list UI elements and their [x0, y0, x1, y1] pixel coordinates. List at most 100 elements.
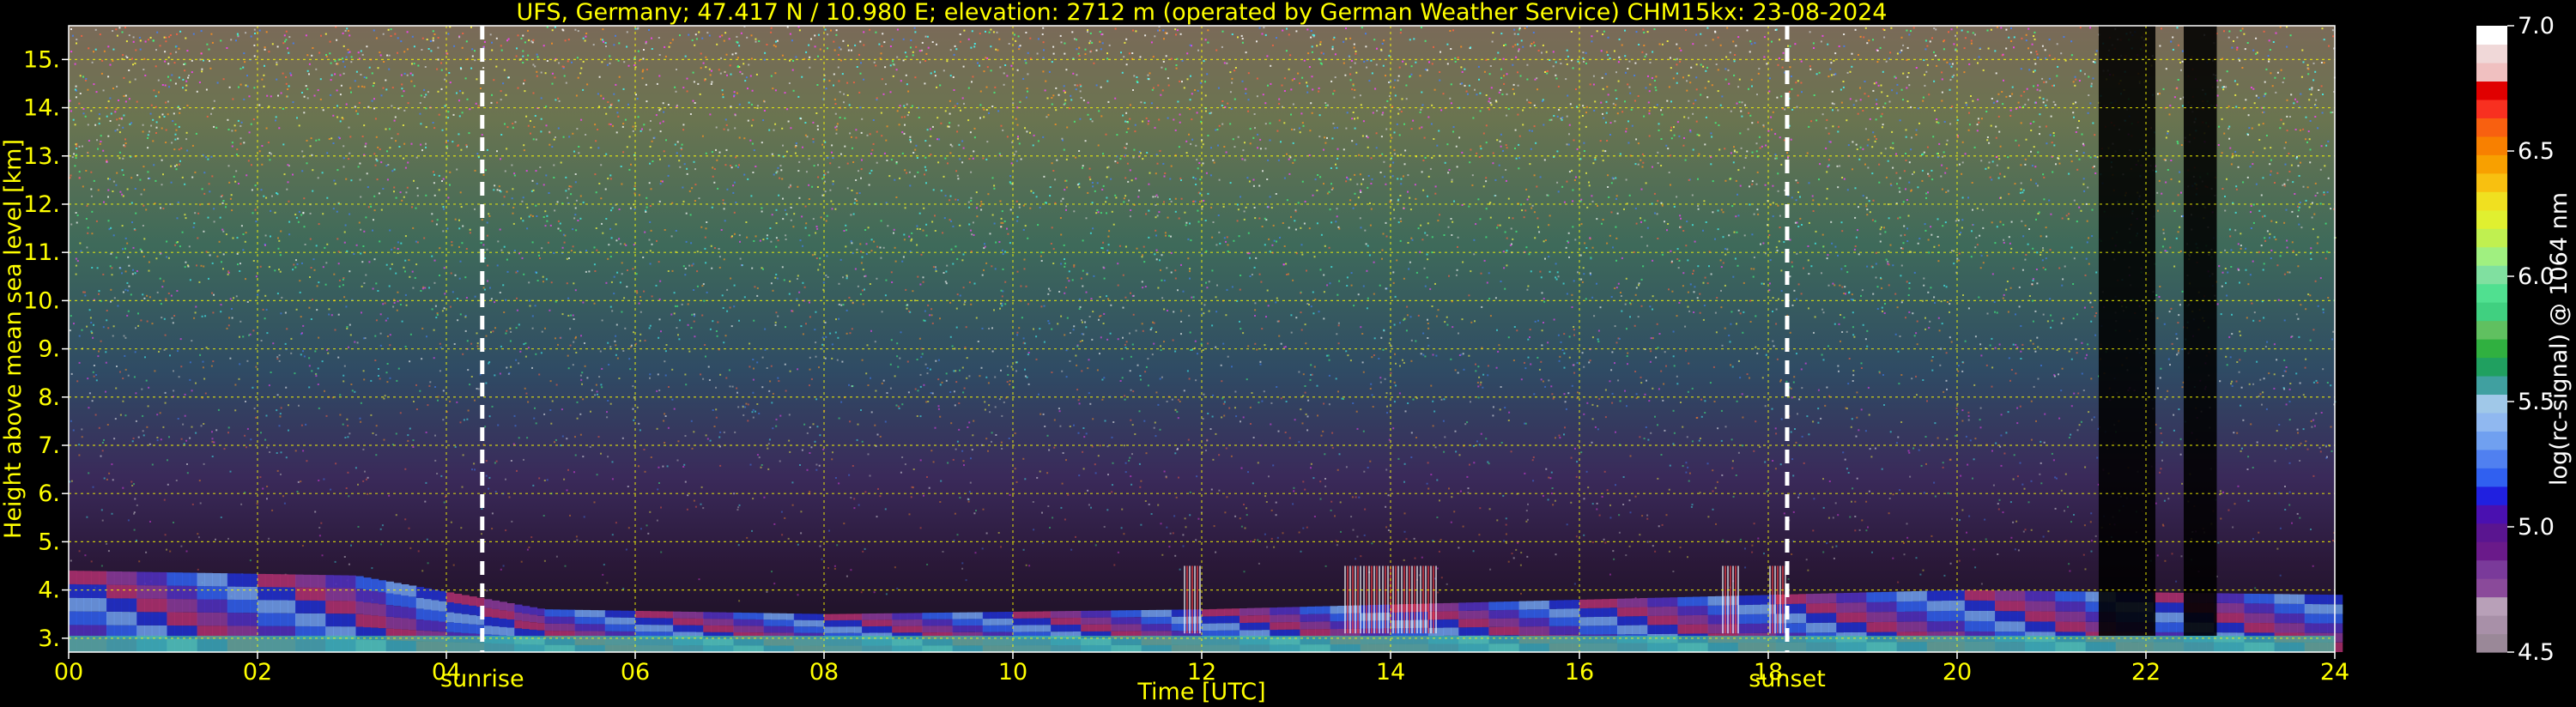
noise-dot [1751, 544, 1754, 547]
noise-dot [520, 560, 523, 563]
noise-dot [2262, 177, 2264, 179]
noise-dot [749, 366, 751, 368]
noise-dot [474, 208, 476, 210]
noise-dot [973, 45, 976, 48]
noise-dot [1688, 310, 1691, 312]
noise-dot [2311, 426, 2313, 428]
noise-dot [880, 112, 882, 114]
noise-dot [2283, 221, 2286, 224]
noise-dot [658, 75, 661, 77]
noise-dot [1794, 428, 1796, 430]
noise-dot [2264, 346, 2267, 348]
plot-area [69, 26, 2343, 653]
noise-dot [641, 70, 644, 73]
noise-dot [939, 317, 941, 320]
noise-dot [1211, 269, 1214, 272]
noise-dot [343, 556, 346, 558]
noise-dot [1517, 113, 1519, 116]
noise-dot [2057, 157, 2059, 160]
noise-dot [2039, 113, 2041, 116]
noise-dot [1974, 335, 1977, 338]
noise-dot [1640, 376, 1642, 378]
noise-dot [1502, 57, 1505, 60]
noise-dot [860, 409, 862, 411]
noise-dot [1451, 180, 1453, 183]
noise-dot [1143, 261, 1146, 263]
noise-dot [861, 440, 864, 443]
noise-dot [772, 392, 774, 395]
noise-dot [191, 71, 193, 74]
noise-dot [285, 386, 288, 389]
noise-dot [1486, 281, 1488, 284]
noise-dot [949, 301, 952, 304]
noise-dot [2259, 393, 2262, 396]
noise-dot [1087, 29, 1088, 32]
noise-dot [1862, 323, 1864, 326]
noise-dot [842, 276, 844, 279]
noise-dot [1518, 50, 1519, 52]
noise-dot [1941, 71, 1943, 74]
noise-dot [965, 326, 967, 329]
noise-dot [1449, 30, 1452, 32]
noise-dot [2227, 127, 2230, 130]
noise-dot [1658, 43, 1661, 45]
noise-dot [1934, 495, 1937, 498]
noise-dot [465, 248, 468, 250]
noise-dot [1587, 486, 1590, 489]
noise-dot [1991, 450, 1993, 452]
noise-dot [404, 468, 407, 470]
noise-dot [1149, 329, 1152, 331]
noise-dot [245, 32, 247, 34]
noise-dot [373, 29, 375, 32]
noise-dot [1161, 376, 1163, 378]
noise-dot [1085, 326, 1088, 329]
noise-dot [705, 66, 707, 69]
noise-dot [1359, 190, 1361, 192]
noise-dot [600, 452, 602, 455]
noise-dot [1720, 289, 1722, 292]
noise-dot [2053, 144, 2056, 147]
noise-dot [2301, 49, 2304, 51]
noise-dot [949, 112, 951, 115]
noise-dot [580, 118, 583, 121]
noise-dot [611, 310, 614, 312]
noise-dot [1912, 312, 1914, 315]
noise-dot [949, 49, 952, 51]
noise-dot [633, 208, 636, 210]
noise-dot [1472, 550, 1475, 553]
noise-dot [1504, 231, 1506, 233]
noise-dot [601, 39, 603, 41]
noise-dot [2177, 352, 2179, 354]
noise-dot [1392, 427, 1395, 430]
noise-dot [342, 45, 345, 47]
noise-dot [459, 421, 462, 424]
noise-dot [2172, 202, 2174, 204]
noise-dot [554, 209, 556, 212]
noise-dot [1047, 113, 1050, 116]
noise-dot [1258, 273, 1261, 275]
noise-dot [734, 431, 736, 433]
noise-dot [166, 240, 168, 243]
noise-dot [1027, 352, 1030, 354]
noise-dot [1731, 467, 1734, 469]
noise-dot [540, 97, 542, 100]
noise-dot [1282, 263, 1285, 266]
noise-dot [1889, 244, 1892, 246]
noise-dot [1737, 169, 1740, 172]
noise-dot [1999, 145, 2002, 148]
noise-dot [1175, 64, 1178, 66]
noise-dot [1427, 323, 1429, 324]
noise-dot [1730, 323, 1732, 325]
noise-dot [510, 330, 512, 333]
noise-dot [2241, 447, 2243, 450]
noise-dot [609, 124, 612, 125]
noise-dot [776, 170, 779, 172]
noise-dot [1780, 418, 1783, 420]
noise-dot [1140, 152, 1142, 154]
noise-dot [311, 54, 313, 57]
noise-dot [609, 227, 612, 230]
noise-dot [1345, 127, 1348, 130]
noise-dot [1926, 45, 1929, 47]
noise-dot [1655, 356, 1658, 359]
noise-dot [1985, 111, 1988, 112]
